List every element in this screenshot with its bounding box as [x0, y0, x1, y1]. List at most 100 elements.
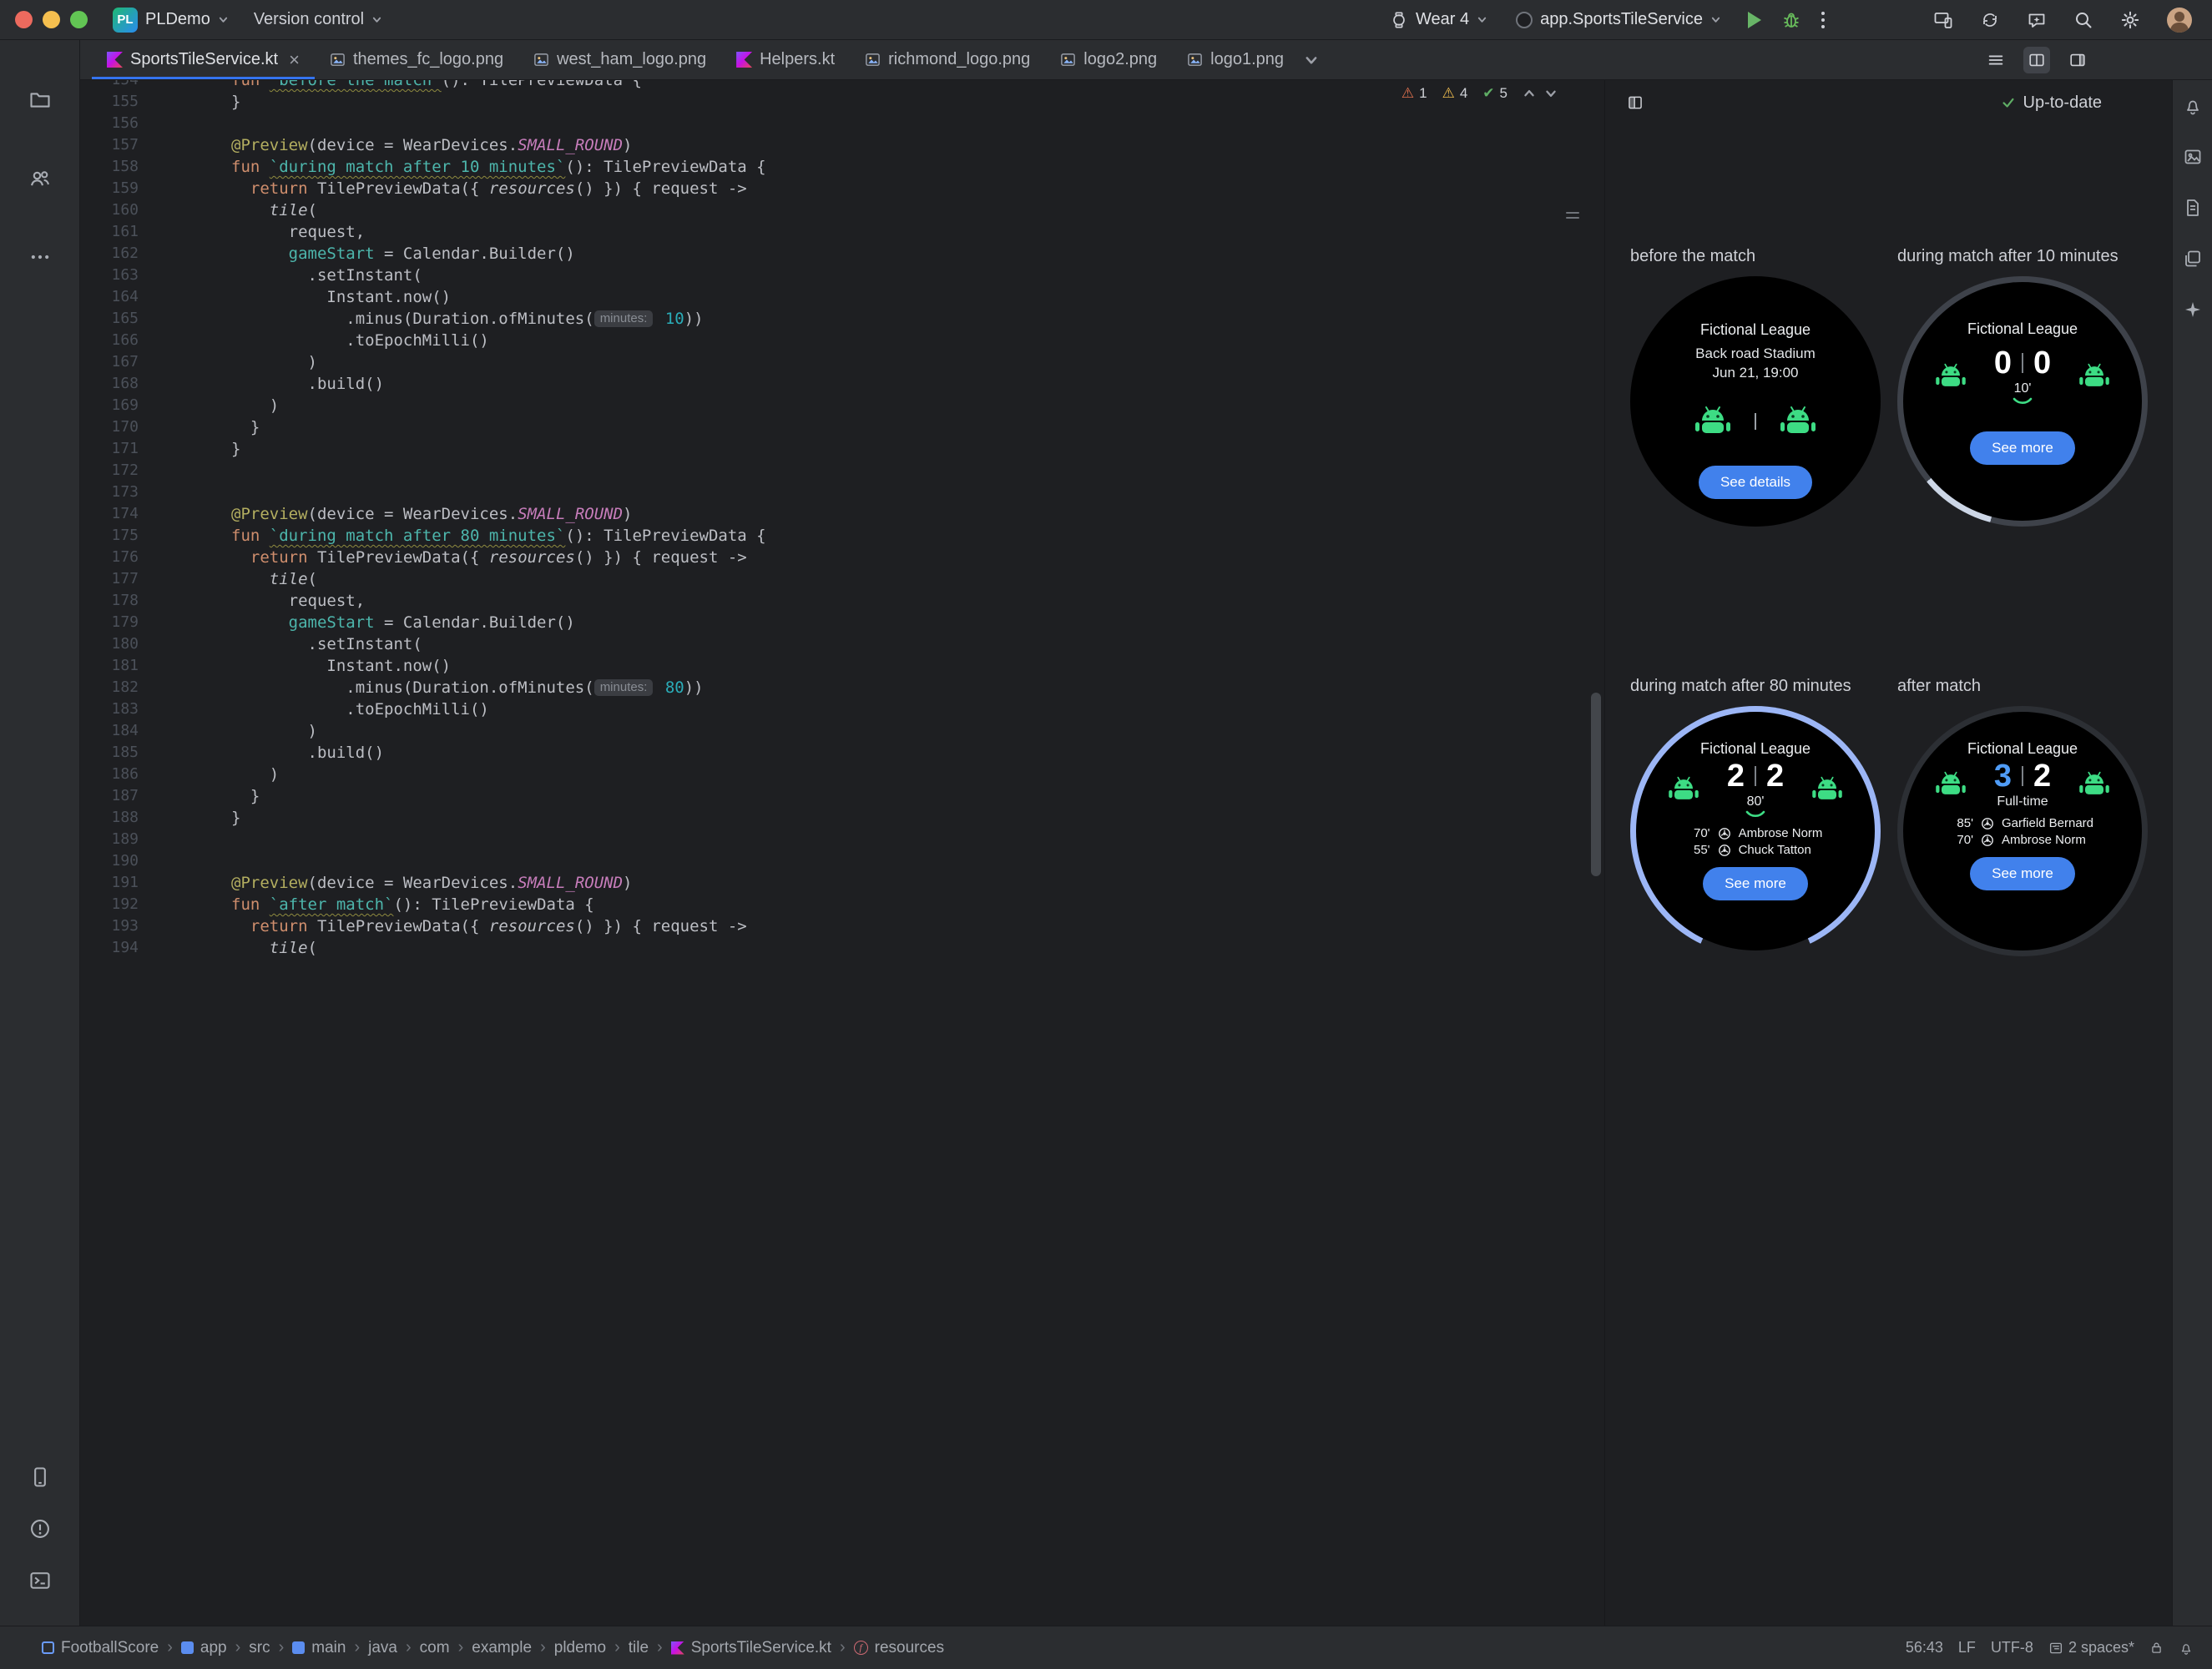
split-view-icon	[2029, 53, 2044, 66]
vcs-selector[interactable]: Version control	[254, 10, 382, 29]
tab-themes_fc_logo.png[interactable]: themes_fc_logo.png	[315, 40, 518, 79]
tab-SportsTileService.kt[interactable]: SportsTileService.kt ×	[92, 40, 315, 79]
run-configuration-selector[interactable]: app.SportsTileService	[1516, 10, 1721, 29]
ai-assistant-button[interactable]	[2027, 10, 2047, 30]
warning-count[interactable]: ⚠ 4	[1442, 85, 1468, 102]
resource-manager-button[interactable]	[2177, 141, 2209, 173]
next-inspection-button[interactable]	[1544, 87, 1558, 100]
football-icon	[1718, 844, 1730, 856]
user-avatar[interactable]	[2167, 7, 2192, 33]
tab-logo2.png[interactable]: logo2.png	[1045, 40, 1172, 79]
floating-toolbar-handle[interactable]	[1566, 212, 1579, 219]
device-manager-tool-button[interactable]	[22, 1459, 58, 1495]
debug-button[interactable]	[1781, 10, 1801, 30]
tab-logo1.png[interactable]: logo1.png	[1172, 40, 1299, 79]
tile-stadium: Back road Stadium	[1695, 345, 1816, 361]
editor-scrollbar[interactable]	[1591, 693, 1601, 876]
readonly-toggle[interactable]	[2149, 1641, 2164, 1655]
indent-style-button[interactable]: 2 spaces*	[2048, 1639, 2134, 1656]
line-number: 173	[111, 483, 139, 501]
code-text: Instant.now()	[231, 657, 452, 675]
file-encoding[interactable]: UTF-8	[1991, 1639, 2033, 1656]
breadcrumb-item[interactable]: tile	[629, 1639, 649, 1657]
score-divider	[1755, 766, 1756, 786]
team-divider	[1755, 413, 1756, 430]
notifications-button[interactable]	[2177, 90, 2209, 122]
score-row: 2 2 80'	[1665, 759, 1846, 819]
code-text: @Preview(device = WearDevices.SMALL_ROUN…	[231, 874, 633, 892]
caret-position[interactable]: 56:43	[1906, 1639, 1943, 1656]
breadcrumb-item[interactable]: main	[292, 1639, 346, 1657]
project-name: PLDemo	[145, 10, 210, 28]
goal-minute: 55'	[1694, 843, 1710, 857]
breadcrumb-item[interactable]: FootballScore	[42, 1639, 159, 1657]
line-number: 170	[111, 418, 139, 436]
see-details-button[interactable]: See details	[1698, 466, 1813, 499]
breadcrumb-item[interactable]: java	[368, 1639, 397, 1657]
see-more-button[interactable]: See more	[1970, 431, 2075, 465]
sync-project-button[interactable]	[1980, 10, 2000, 30]
editor-list-button[interactable]	[1987, 51, 2005, 69]
device-mirroring-button[interactable]	[1933, 10, 1953, 30]
breadcrumb-item[interactable]: example	[472, 1639, 532, 1657]
tab-Helpers.kt[interactable]: Helpers.kt	[721, 40, 850, 79]
breadcrumb-item[interactable]: src	[249, 1639, 270, 1657]
run-button[interactable]	[1748, 11, 1761, 28]
app-insights-button[interactable]	[2177, 243, 2209, 275]
see-more-button[interactable]: See more	[1703, 867, 1808, 900]
project-tool-button[interactable]	[22, 82, 58, 118]
layout-inspector-button[interactable]	[2177, 192, 2209, 224]
editor-layout-button[interactable]	[2068, 51, 2087, 69]
close-window-button[interactable]	[15, 11, 33, 28]
device-selector[interactable]: Wear 4	[1390, 10, 1487, 29]
code-line: 179 gameStart = Calendar.Builder()	[80, 612, 1604, 633]
breadcrumb-separator: ›	[540, 1638, 546, 1656]
settings-button[interactable]	[2120, 10, 2140, 30]
line-number: 168	[111, 375, 139, 392]
breadcrumb-item[interactable]: pldemo	[554, 1639, 606, 1657]
breadcrumb-item[interactable]: f resources	[853, 1639, 944, 1657]
breadcrumb-item[interactable]: SportsTileService.kt	[670, 1639, 831, 1657]
project-selector[interactable]: PL PLDemo	[113, 7, 229, 33]
tile-label: after match	[1897, 677, 1982, 695]
code-line: 185 .build()	[80, 742, 1604, 764]
code-text: .build()	[231, 375, 385, 393]
gemini-button[interactable]	[2177, 294, 2209, 325]
tab-richmond_logo.png[interactable]: richmond_logo.png	[850, 40, 1045, 79]
score-home: 2	[1726, 759, 1745, 794]
breadcrumb-item[interactable]: app	[180, 1639, 227, 1657]
bell-icon	[2186, 100, 2199, 115]
code-line: 174 @Preview(device = WearDevices.SMALL_R…	[80, 503, 1604, 525]
code-line: 163 .setInstant(	[80, 265, 1604, 286]
code-text: tile(	[269, 939, 317, 957]
line-separator[interactable]: LF	[1958, 1639, 1976, 1656]
more-actions-button[interactable]	[1821, 11, 1825, 28]
tab-west_ham_logo.png[interactable]: west_ham_logo.png	[518, 40, 721, 79]
collaboration-tool-button[interactable]	[22, 160, 58, 197]
line-number: 171	[111, 440, 139, 457]
watch-icon	[1390, 11, 1408, 29]
search-button[interactable]	[2073, 10, 2093, 30]
split-editor-button[interactable]	[2023, 46, 2050, 73]
status-notifications-button[interactable]	[2179, 1641, 2194, 1656]
breadcrumb-label: main	[311, 1638, 346, 1656]
see-more-button[interactable]: See more	[1970, 857, 2075, 890]
breadcrumb-item[interactable]: com	[420, 1639, 450, 1657]
score-numbers: 22	[1727, 759, 1784, 793]
tile-preview: after match Fictional League 3 2 Full-time …	[1897, 677, 2148, 956]
code-editor[interactable]: 154 fun `before the match`(): TilePreview…	[80, 80, 1604, 1626]
error-count[interactable]: ⚠ 1	[1401, 85, 1427, 102]
minimize-window-button[interactable]	[43, 11, 60, 28]
zoom-window-button[interactable]	[70, 11, 88, 28]
passed-count[interactable]: ✔ 5	[1482, 85, 1507, 102]
hidden-tabs-chevron[interactable]	[1304, 40, 1319, 79]
terminal-tool-button[interactable]	[22, 1562, 58, 1599]
more-tool-windows-button[interactable]	[22, 239, 58, 275]
preview-layout-button[interactable]	[1627, 94, 1644, 111]
prev-inspection-button[interactable]	[1523, 87, 1536, 100]
problems-tool-button[interactable]	[22, 1510, 58, 1547]
close-tab-icon[interactable]: ×	[289, 50, 300, 69]
code-line: 171}	[80, 438, 1604, 460]
code-text: @Preview(device = WearDevices.SMALL_ROUN…	[231, 136, 633, 154]
